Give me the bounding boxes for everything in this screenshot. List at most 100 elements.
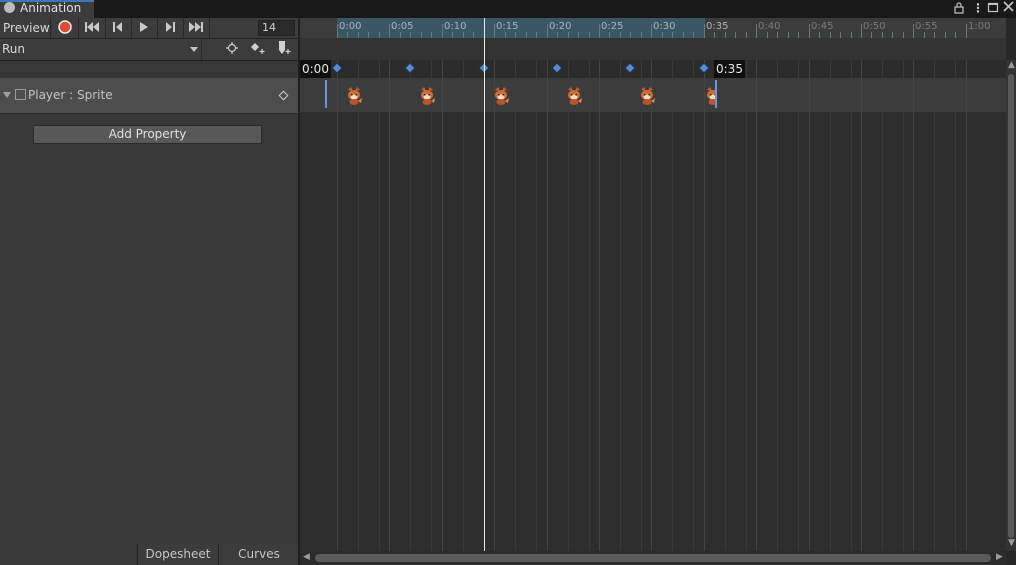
sprite-keyframe[interactable] [638, 86, 656, 106]
grid-line-minor [777, 60, 778, 551]
tab-title: Animation [20, 1, 82, 15]
vertical-scroll-thumb[interactable] [1008, 74, 1014, 538]
clip-dropdown[interactable]: Run [0, 39, 202, 60]
play-button[interactable] [131, 18, 158, 38]
ruler-tick [442, 24, 443, 38]
sample-crosshair-button[interactable] [219, 39, 245, 60]
ruler-tick [913, 24, 914, 38]
grid-line-minor [358, 60, 359, 551]
ruler-tick-label: 0:30 [653, 21, 676, 32]
prev-keyframe-icon [113, 21, 123, 35]
grid-line [651, 60, 652, 551]
grid-line-minor [746, 60, 747, 551]
grid-line-minor [903, 60, 904, 551]
grid-line [547, 60, 548, 551]
add-property-button[interactable]: Add Property [33, 125, 262, 144]
close-icon[interactable] [1003, 1, 1014, 15]
property-label: Player : Sprite [28, 88, 113, 102]
grid-line-minor [934, 60, 935, 551]
grid-line [861, 60, 862, 551]
preview-button[interactable]: Preview [0, 18, 51, 38]
grid-line-minor [725, 60, 726, 551]
ruler-tick [494, 24, 495, 38]
title-bar [0, 0, 1016, 18]
grid-line-minor [672, 60, 673, 551]
foldout-arrow-icon[interactable] [3, 92, 11, 98]
ruler-tick [337, 24, 338, 38]
add-keyframe-icon [250, 42, 266, 57]
first-keyframe-icon [85, 21, 99, 35]
grid-line-minor [620, 60, 621, 551]
sprite-keyframe[interactable] [565, 86, 583, 106]
grid-line-minor [955, 60, 956, 551]
ruler-tick [599, 24, 600, 38]
ruler-tick-label: 0:25 [601, 21, 624, 32]
grid-line-minor [515, 60, 516, 551]
record-icon [58, 19, 72, 37]
animation-window-icon [4, 2, 15, 13]
ruler-tick-label: 0:15 [496, 21, 519, 32]
clip-end-line [715, 80, 717, 108]
grid-line-minor [882, 60, 883, 551]
grid-line [494, 60, 495, 551]
grid-line-minor [410, 60, 411, 551]
playhead[interactable] [484, 18, 485, 551]
grid-line-minor [463, 60, 464, 551]
start-time-label: 0:00 [300, 60, 331, 78]
grid-line [966, 60, 967, 551]
grid-line [389, 60, 390, 551]
grid-line-minor [431, 60, 432, 551]
ruler-tick-label: 1:00 [968, 21, 991, 32]
last-keyframe-button[interactable] [183, 18, 210, 38]
end-time-label: 0:35 [714, 60, 745, 78]
horizontal-scroll-thumb[interactable] [315, 554, 991, 562]
next-keyframe-button[interactable] [157, 18, 184, 38]
add-keyframe-button[interactable] [245, 39, 271, 60]
ruler-tick [651, 24, 652, 38]
ruler-spacer [300, 38, 1006, 60]
add-event-button[interactable] [271, 39, 297, 60]
tab-dopesheet[interactable]: Dopesheet [137, 544, 218, 565]
sprite-keyframe[interactable] [418, 86, 436, 106]
ruler-tick [704, 24, 705, 38]
ruler-tick-label: 0:50 [863, 21, 886, 32]
grid-line-minor [830, 60, 831, 551]
play-icon [139, 21, 149, 35]
last-keyframe-icon [189, 21, 203, 35]
grid-line [756, 60, 757, 551]
grid-line-minor [641, 60, 642, 551]
scroll-up-icon[interactable]: ▲ [1008, 60, 1015, 70]
ruler-tick [547, 24, 548, 38]
ruler-tick-label: 0:40 [758, 21, 781, 32]
record-button[interactable] [52, 18, 79, 38]
frame-field[interactable]: 14 [258, 20, 295, 36]
grid-line-minor [379, 60, 380, 551]
next-keyframe-icon [165, 21, 175, 35]
dopesheet-area[interactable] [300, 113, 1006, 551]
ruler-tick [809, 24, 810, 38]
first-keyframe-button[interactable] [79, 18, 106, 38]
ruler-tick-label: 0:00 [339, 21, 362, 32]
grid-line-minor [536, 60, 537, 551]
sprite-keyframe[interactable] [492, 86, 510, 106]
scroll-right-icon[interactable]: ▶ [996, 552, 1003, 562]
prev-keyframe-button[interactable] [105, 18, 132, 38]
maximize-icon[interactable] [987, 1, 999, 16]
tab-curves[interactable]: Curves [218, 544, 299, 565]
ruler-tick-label: 0:55 [915, 21, 938, 32]
ruler-tick-label: 0:35 [706, 21, 729, 32]
ruler-tick-label: 0:20 [549, 21, 572, 32]
grid-line [337, 60, 338, 551]
grid-line [599, 60, 600, 551]
grid-line [704, 60, 705, 551]
grid-line-minor [589, 60, 590, 551]
scroll-left-icon[interactable]: ◀ [303, 552, 310, 562]
kebab-menu-icon[interactable]: ⋮ [972, 1, 984, 15]
sprite-keyframe[interactable] [345, 86, 363, 106]
sample-crosshair-icon [226, 42, 238, 57]
ruler-tick [966, 24, 967, 38]
ruler-tick-label: 0:45 [811, 21, 834, 32]
grid-line-minor [568, 60, 569, 551]
scroll-down-icon[interactable]: ▼ [1008, 538, 1015, 548]
lock-icon[interactable] [953, 1, 965, 17]
